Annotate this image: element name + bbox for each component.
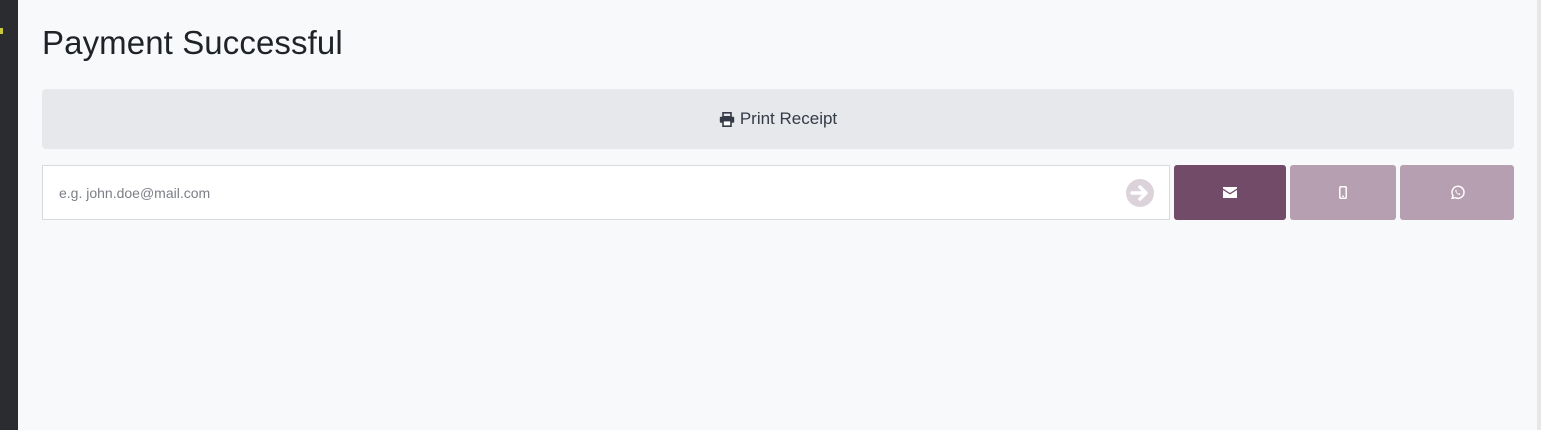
send-via-email-button[interactable] bbox=[1174, 165, 1286, 220]
mobile-icon bbox=[1339, 186, 1347, 199]
send-via-sms-button[interactable] bbox=[1290, 165, 1396, 220]
print-receipt-button[interactable]: Print Receipt bbox=[42, 89, 1514, 149]
sidebar-indicator bbox=[0, 28, 3, 34]
send-via-whatsapp-button[interactable] bbox=[1400, 165, 1514, 220]
print-receipt-label: Print Receipt bbox=[739, 109, 838, 128]
arrow-right-circle-icon[interactable] bbox=[1125, 178, 1155, 208]
printer-icon bbox=[719, 111, 735, 127]
email-input[interactable] bbox=[43, 166, 1113, 219]
email-input-group bbox=[42, 165, 1170, 220]
whatsapp-icon bbox=[1450, 185, 1465, 200]
envelope-icon bbox=[1223, 187, 1237, 198]
app-sidebar-edge bbox=[0, 0, 18, 430]
page-title: Payment Successful bbox=[42, 24, 343, 61]
scrollbar-track[interactable] bbox=[1537, 0, 1541, 430]
